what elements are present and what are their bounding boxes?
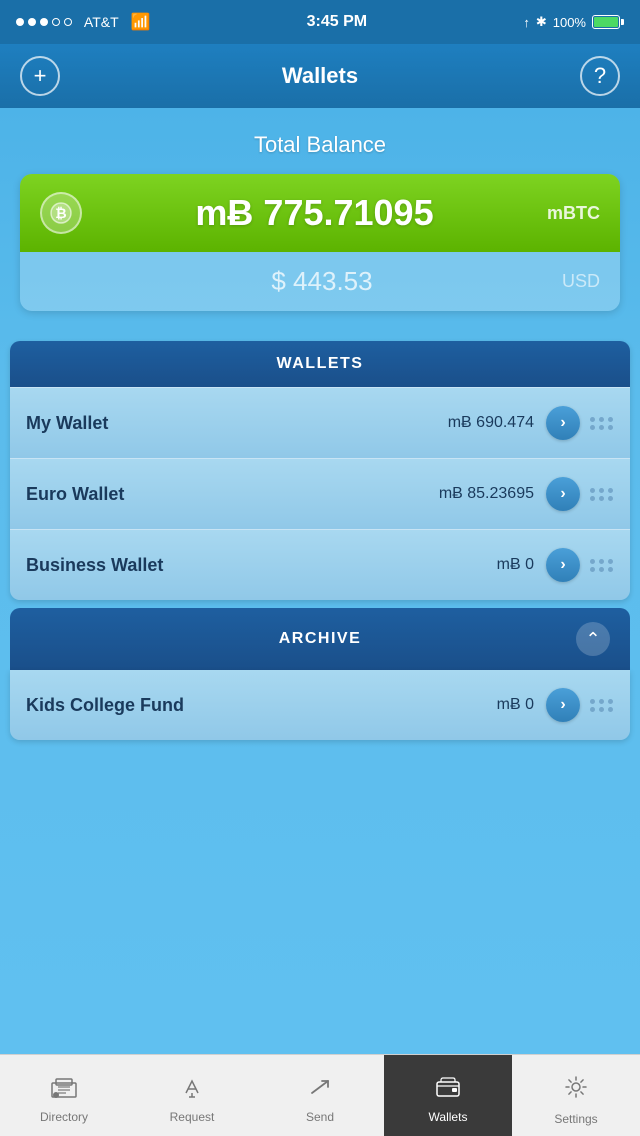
battery-indicator xyxy=(592,15,624,29)
request-icon xyxy=(178,1075,206,1106)
wallet-name-kids-college: Kids College Fund xyxy=(26,695,497,716)
wifi-icon: 📶 xyxy=(131,12,151,32)
archive-header: ARCHIVE ⌃ xyxy=(10,608,630,670)
drag-handle-euro-wallet xyxy=(590,488,614,501)
status-bar: AT&T 📶 3:45 PM ↑ ✱ 100% xyxy=(0,0,640,44)
wallets-header: WALLETS xyxy=(10,341,630,387)
directory-icon xyxy=(50,1075,78,1106)
wallet-name-my-wallet: My Wallet xyxy=(26,413,448,434)
tab-send-label: Send xyxy=(306,1110,334,1124)
wallets-card: WALLETS My Wallet mɃ 690.474 › Euro Wall… xyxy=(10,341,630,600)
usd-balance-row: $ 443.53 USD xyxy=(20,252,620,311)
tab-bar: Directory Request Send xyxy=(0,1054,640,1136)
settings-icon xyxy=(562,1073,590,1108)
wallet-chevron-business-wallet[interactable]: › xyxy=(546,548,580,582)
wallet-name-business-wallet: Business Wallet xyxy=(26,555,497,576)
wallet-item-kids-college[interactable]: Kids College Fund mɃ 0 › xyxy=(10,670,630,740)
wallets-section: WALLETS My Wallet mɃ 690.474 › Euro Wall… xyxy=(0,341,640,600)
wallet-chevron-kids-college[interactable]: › xyxy=(546,688,580,722)
signal-dot-4 xyxy=(52,18,60,26)
wallet-item-my-wallet[interactable]: My Wallet mɃ 690.474 › xyxy=(10,387,630,458)
total-balance-label: Total Balance xyxy=(20,132,620,158)
wallet-chevron-my-wallet[interactable]: › xyxy=(546,406,580,440)
wallet-name-euro-wallet: Euro Wallet xyxy=(26,484,439,505)
chevron-up-icon: ⌃ xyxy=(585,629,600,650)
drag-handle-kids-college xyxy=(590,699,614,712)
bluetooth-icon: ✱ xyxy=(536,14,547,30)
tab-request[interactable]: Request xyxy=(128,1055,256,1136)
signal-dot-2 xyxy=(28,18,36,26)
status-left: AT&T 📶 xyxy=(16,12,150,32)
wallet-balance-kids-college: mɃ 0 xyxy=(497,696,534,714)
wallet-balance-business-wallet: mɃ 0 xyxy=(497,556,534,574)
tab-wallets[interactable]: Wallets xyxy=(384,1055,512,1136)
page-title: Wallets xyxy=(282,63,358,89)
tab-request-label: Request xyxy=(170,1110,215,1124)
carrier-label: AT&T xyxy=(84,14,119,30)
bitcoin-icon: ₿ xyxy=(40,192,82,234)
total-balance-section: Total Balance ₿ mɃ 775.71095 mBTC $ 443.… xyxy=(0,108,640,331)
wallet-balance-euro-wallet: mɃ 85.23695 xyxy=(439,485,534,503)
main-content: Total Balance ₿ mɃ 775.71095 mBTC $ 443.… xyxy=(0,108,640,1054)
archive-card: Kids College Fund mɃ 0 › xyxy=(10,670,630,740)
drag-handle-my-wallet xyxy=(590,417,614,430)
help-button[interactable]: ? xyxy=(580,56,620,96)
tab-directory-label: Directory xyxy=(40,1110,88,1124)
archive-section: ARCHIVE ⌃ Kids College Fund mɃ 0 › xyxy=(0,608,640,740)
wallet-chevron-euro-wallet[interactable]: › xyxy=(546,477,580,511)
tab-directory[interactable]: Directory xyxy=(0,1055,128,1136)
battery-percent: 100% xyxy=(553,15,586,30)
tab-send[interactable]: Send xyxy=(256,1055,384,1136)
tab-settings-label: Settings xyxy=(554,1112,597,1126)
wallet-item-business-wallet[interactable]: Business Wallet mɃ 0 › xyxy=(10,529,630,600)
wallet-balance-my-wallet: mɃ 690.474 xyxy=(448,414,534,432)
tab-settings[interactable]: Settings xyxy=(512,1055,640,1136)
svg-text:₿: ₿ xyxy=(55,205,66,221)
signal-dot-5 xyxy=(64,18,72,26)
drag-handle-business-wallet xyxy=(590,559,614,572)
battery-tip xyxy=(621,19,624,25)
balance-card: ₿ mɃ 775.71095 mBTC $ 443.53 USD xyxy=(20,174,620,311)
signal-dot-1 xyxy=(16,18,24,26)
archive-toggle-button[interactable]: ⌃ xyxy=(576,622,610,656)
usd-unit: USD xyxy=(562,271,600,292)
location-icon: ↑ xyxy=(523,15,530,30)
archive-label: ARCHIVE xyxy=(64,630,576,648)
signal-dot-3 xyxy=(40,18,48,26)
status-right: ↑ ✱ 100% xyxy=(523,14,624,30)
btc-balance-row: ₿ mɃ 775.71095 mBTC xyxy=(20,174,620,252)
battery-fill xyxy=(594,17,618,27)
wallet-item-euro-wallet[interactable]: Euro Wallet mɃ 85.23695 › xyxy=(10,458,630,529)
status-time: 3:45 PM xyxy=(307,13,367,31)
wallets-icon xyxy=(434,1075,462,1106)
usd-amount: $ 443.53 xyxy=(96,266,548,297)
add-wallet-button[interactable]: + xyxy=(20,56,60,96)
nav-bar: + Wallets ? xyxy=(0,44,640,108)
send-icon xyxy=(306,1075,334,1106)
btc-unit: mBTC xyxy=(547,203,600,224)
tab-wallets-label: Wallets xyxy=(429,1110,468,1124)
btc-amount: mɃ 775.71095 xyxy=(96,192,533,234)
